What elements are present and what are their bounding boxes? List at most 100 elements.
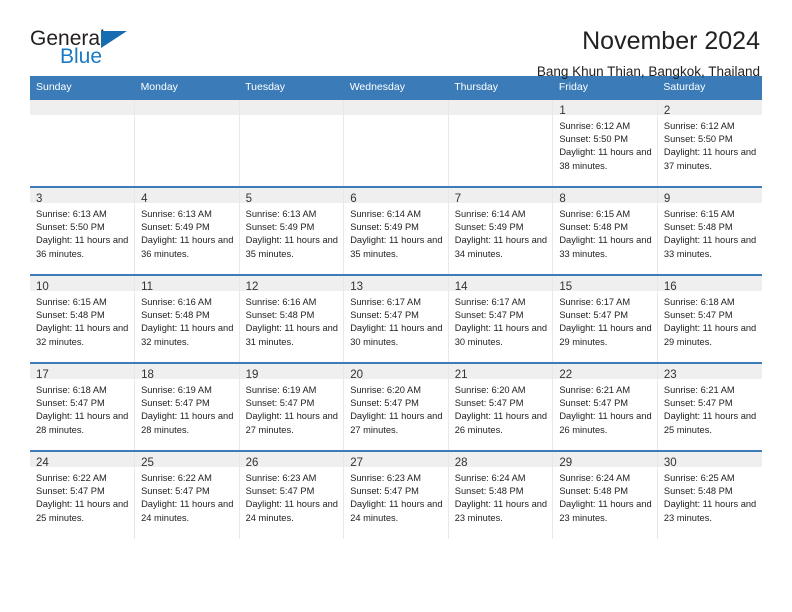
day-number: 3: [30, 188, 135, 205]
sunrise-text: Sunrise: 6:12 AM: [663, 121, 735, 131]
sunset-text: Sunset: 5:48 PM: [559, 222, 629, 233]
calendar-day-cell[interactable]: 24 Sunrise: 6:22 AM Sunset: 5:47 PM Dayligh…: [30, 450, 135, 539]
daylight-text: Daylight: 11 hours and 29 minutes.: [559, 323, 652, 347]
daylight-text: Daylight: 11 hours and 36 minutes.: [36, 235, 129, 259]
daylight-text: Daylight: 11 hours and 24 minutes.: [350, 499, 443, 523]
weekday-header-sunday: Sunday: [30, 76, 135, 99]
calendar-week-row: 17 Sunrise: 6:18 AM Sunset: 5:47 PM Dayligh…: [30, 362, 762, 451]
sunrise-text: Sunrise: 6:19 AM: [245, 385, 317, 395]
calendar-day-cell[interactable]: 12 Sunrise: 6:16 AM Sunset: 5:48 PM Dayligh…: [238, 274, 344, 363]
daylight-text: Daylight: 11 hours and 36 minutes.: [141, 235, 234, 259]
calendar-day-cell[interactable]: 17 Sunrise: 6:18 AM Sunset: 5:47 PM Dayligh…: [30, 362, 135, 451]
sunrise-text: Sunrise: 6:12 AM: [559, 121, 631, 131]
daylight-text: Daylight: 11 hours and 25 minutes.: [663, 411, 757, 435]
sunset-text: Sunset: 5:47 PM: [663, 398, 733, 409]
day-number: 14: [448, 276, 553, 293]
daylight-text: Daylight: 11 hours and 37 minutes.: [663, 147, 757, 171]
daylight-text: Daylight: 11 hours and 29 minutes.: [663, 323, 757, 347]
sunset-text: Sunset: 5:47 PM: [454, 310, 524, 321]
calendar-day-cell[interactable]: 27 Sunrise: 6:23 AM Sunset: 5:47 PM Dayligh…: [343, 450, 449, 539]
daylight-text: Daylight: 11 hours and 26 minutes.: [454, 411, 548, 435]
calendar-day-cell[interactable]: 19 Sunrise: 6:19 AM Sunset: 5:47 PM Dayligh…: [238, 362, 344, 451]
sunset-text: Sunset: 5:47 PM: [559, 310, 629, 321]
day-details: Sunrise: 6:17 AM Sunset: 5:47 PM Daylight:…: [553, 291, 657, 349]
day-details: Sunrise: 6:23 AM Sunset: 5:47 PM Daylight:…: [240, 467, 344, 525]
day-details: Sunrise: 6:16 AM Sunset: 5:48 PM Daylight:…: [240, 291, 344, 349]
day-number: 6: [344, 188, 448, 205]
calendar-day-cell[interactable]: 15 Sunrise: 6:17 AM Sunset: 5:47 PM Dayligh…: [552, 274, 658, 363]
day-number: 12: [239, 276, 344, 293]
logo[interactable]: General Blue: [30, 26, 160, 76]
daylight-text: Daylight: 11 hours and 23 minutes.: [663, 499, 757, 523]
day-number: 22: [553, 364, 657, 381]
calendar-body: 1 Sunrise: 6:12 AM Sunset: 5:50 PM Daylight…: [30, 98, 762, 539]
day-number: 4: [135, 188, 239, 205]
daylight-text: Daylight: 11 hours and 24 minutes.: [141, 499, 234, 523]
day-details: Sunrise: 6:18 AM Sunset: 5:47 PM Daylight:…: [30, 379, 134, 437]
calendar-day-cell[interactable]: 1 Sunrise: 6:12 AM Sunset: 5:50 PM Daylight…: [552, 98, 658, 187]
day-number: 23: [657, 364, 762, 381]
calendar-day-cell[interactable]: 26 Sunrise: 6:23 AM Sunset: 5:47 PM Dayligh…: [238, 450, 344, 539]
calendar-day-cell[interactable]: 14 Sunrise: 6:17 AM Sunset: 5:47 PM Dayligh…: [447, 274, 553, 363]
sunrise-text: Sunrise: 6:24 AM: [454, 473, 526, 483]
calendar-day-cell[interactable]: 2 Sunrise: 6:12 AM Sunset: 5:50 PM Daylight…: [656, 98, 762, 187]
day-number: 2: [657, 100, 762, 117]
calendar-day-cell[interactable]: 5 Sunrise: 6:13 AM Sunset: 5:49 PM Daylight…: [238, 186, 344, 275]
daylight-text: Daylight: 11 hours and 33 minutes.: [559, 235, 652, 259]
page-title: November 2024: [582, 27, 760, 55]
sunrise-text: Sunrise: 6:22 AM: [36, 473, 107, 483]
sunrise-text: Sunrise: 6:23 AM: [245, 473, 317, 483]
calendar-day-cell-empty: [238, 98, 344, 187]
daylight-text: Daylight: 11 hours and 28 minutes.: [36, 411, 129, 435]
calendar-day-cell[interactable]: 11 Sunrise: 6:16 AM Sunset: 5:48 PM Dayligh…: [134, 274, 240, 363]
sunrise-text: Sunrise: 6:17 AM: [350, 297, 421, 307]
sunrise-text: Sunrise: 6:25 AM: [663, 473, 735, 483]
calendar-day-cell[interactable]: 7 Sunrise: 6:14 AM Sunset: 5:49 PM Daylight…: [447, 186, 553, 275]
daylight-text: Daylight: 11 hours and 28 minutes.: [141, 411, 234, 435]
day-details: Sunrise: 6:14 AM Sunset: 5:49 PM Daylight:…: [344, 203, 448, 261]
calendar-day-cell[interactable]: 16 Sunrise: 6:18 AM Sunset: 5:47 PM Dayligh…: [656, 274, 762, 363]
calendar-day-cell[interactable]: 22 Sunrise: 6:21 AM Sunset: 5:47 PM Dayligh…: [552, 362, 658, 451]
daylight-text: Daylight: 11 hours and 26 minutes.: [559, 411, 652, 435]
day-details: Sunrise: 6:15 AM Sunset: 5:48 PM Daylight:…: [658, 203, 762, 261]
calendar-day-cell[interactable]: 25 Sunrise: 6:22 AM Sunset: 5:47 PM Dayligh…: [134, 450, 240, 539]
weekday-header-monday: Monday: [134, 76, 240, 99]
location-subtitle: Bang Khun Thian, Bangkok, Thailand: [536, 64, 760, 79]
sunset-text: Sunset: 5:47 PM: [350, 398, 419, 409]
sunrise-text: Sunrise: 6:17 AM: [559, 297, 631, 307]
day-details: Sunrise: 6:21 AM Sunset: 5:47 PM Daylight:…: [553, 379, 657, 437]
calendar-day-cell[interactable]: 18 Sunrise: 6:19 AM Sunset: 5:47 PM Dayligh…: [134, 362, 240, 451]
daylight-text: Daylight: 11 hours and 27 minutes.: [245, 411, 338, 435]
calendar-day-cell[interactable]: 6 Sunrise: 6:14 AM Sunset: 5:49 PM Daylight…: [343, 186, 449, 275]
calendar-day-cell[interactable]: 8 Sunrise: 6:15 AM Sunset: 5:48 PM Daylight…: [552, 186, 658, 275]
day-details: Sunrise: 6:25 AM Sunset: 5:48 PM Daylight:…: [658, 467, 762, 525]
sunset-text: Sunset: 5:49 PM: [454, 222, 524, 233]
calendar-day-cell[interactable]: 9 Sunrise: 6:15 AM Sunset: 5:48 PM Daylight…: [656, 186, 762, 275]
day-details: Sunrise: 6:15 AM Sunset: 5:48 PM Daylight:…: [30, 291, 134, 349]
daylight-text: Daylight: 11 hours and 27 minutes.: [350, 411, 443, 435]
sunrise-text: Sunrise: 6:14 AM: [350, 209, 421, 219]
calendar-day-cell[interactable]: 10 Sunrise: 6:15 AM Sunset: 5:48 PM Dayligh…: [30, 274, 135, 363]
day-number: 9: [657, 188, 762, 205]
calendar-day-cell[interactable]: 4 Sunrise: 6:13 AM Sunset: 5:49 PM Daylight…: [134, 186, 240, 275]
sunset-text: Sunset: 5:50 PM: [559, 134, 629, 145]
calendar-day-cell[interactable]: 29 Sunrise: 6:24 AM Sunset: 5:48 PM Dayligh…: [552, 450, 658, 539]
day-details: Sunrise: 6:13 AM Sunset: 5:49 PM Daylight:…: [135, 203, 239, 261]
calendar-week-row: 1 Sunrise: 6:12 AM Sunset: 5:50 PM Daylight…: [30, 98, 762, 187]
calendar-day-cell-empty: [134, 98, 240, 187]
calendar-day-cell[interactable]: 20 Sunrise: 6:20 AM Sunset: 5:47 PM Dayligh…: [343, 362, 449, 451]
calendar-page: General Blue November 2024 Bang Khun Thi…: [0, 0, 792, 612]
day-number: 16: [657, 276, 762, 293]
calendar-day-cell[interactable]: 28 Sunrise: 6:24 AM Sunset: 5:48 PM Dayligh…: [447, 450, 553, 539]
sunset-text: Sunset: 5:48 PM: [663, 222, 733, 233]
daylight-text: Daylight: 11 hours and 24 minutes.: [245, 499, 338, 523]
calendar-day-cell[interactable]: 23 Sunrise: 6:21 AM Sunset: 5:47 PM Dayligh…: [656, 362, 762, 451]
calendar-day-cell[interactable]: 13 Sunrise: 6:17 AM Sunset: 5:47 PM Dayligh…: [343, 274, 449, 363]
daylight-text: Daylight: 11 hours and 38 minutes.: [559, 147, 652, 171]
calendar-day-cell[interactable]: 3 Sunrise: 6:13 AM Sunset: 5:50 PM Daylight…: [30, 186, 135, 275]
calendar-day-cell[interactable]: 21 Sunrise: 6:20 AM Sunset: 5:47 PM Dayligh…: [447, 362, 553, 451]
day-details: Sunrise: 6:23 AM Sunset: 5:47 PM Daylight:…: [344, 467, 448, 525]
sunset-text: Sunset: 5:48 PM: [663, 486, 733, 497]
day-number: 29: [553, 452, 657, 469]
calendar-day-cell[interactable]: 30 Sunrise: 6:25 AM Sunset: 5:48 PM Dayligh…: [656, 450, 762, 539]
